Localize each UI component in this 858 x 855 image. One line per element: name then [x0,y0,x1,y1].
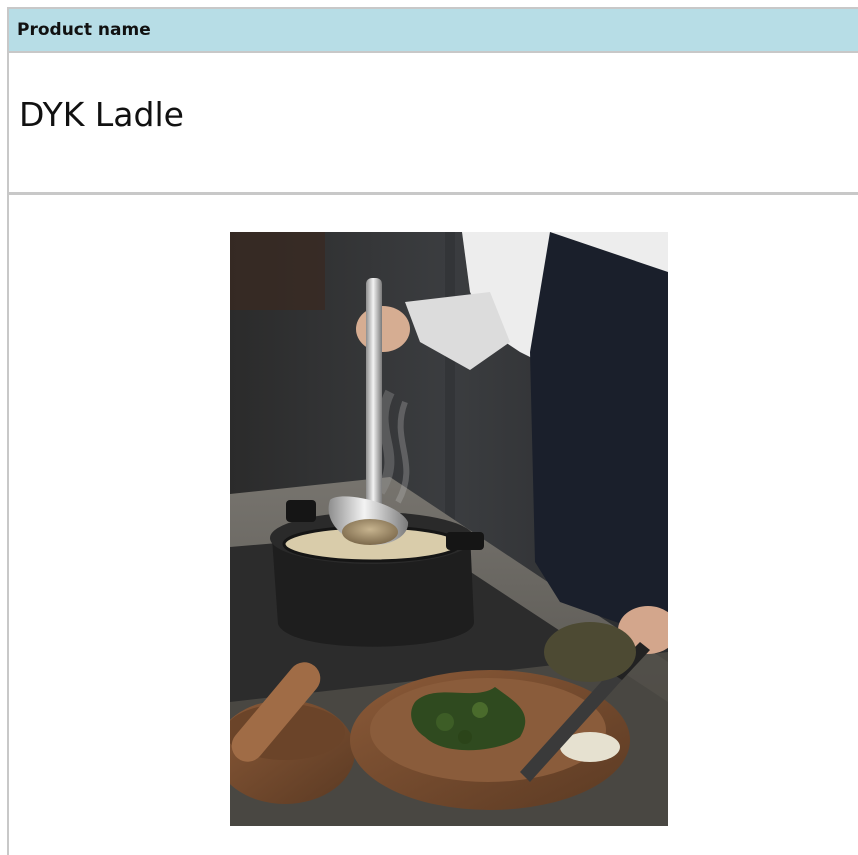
product-photo [230,232,668,826]
product-name-header: Product name [9,9,858,53]
product-table: Product name DYK Ladle [7,7,858,855]
product-image-cell [9,195,858,855]
product-name-value: DYK Ladle [9,53,858,195]
